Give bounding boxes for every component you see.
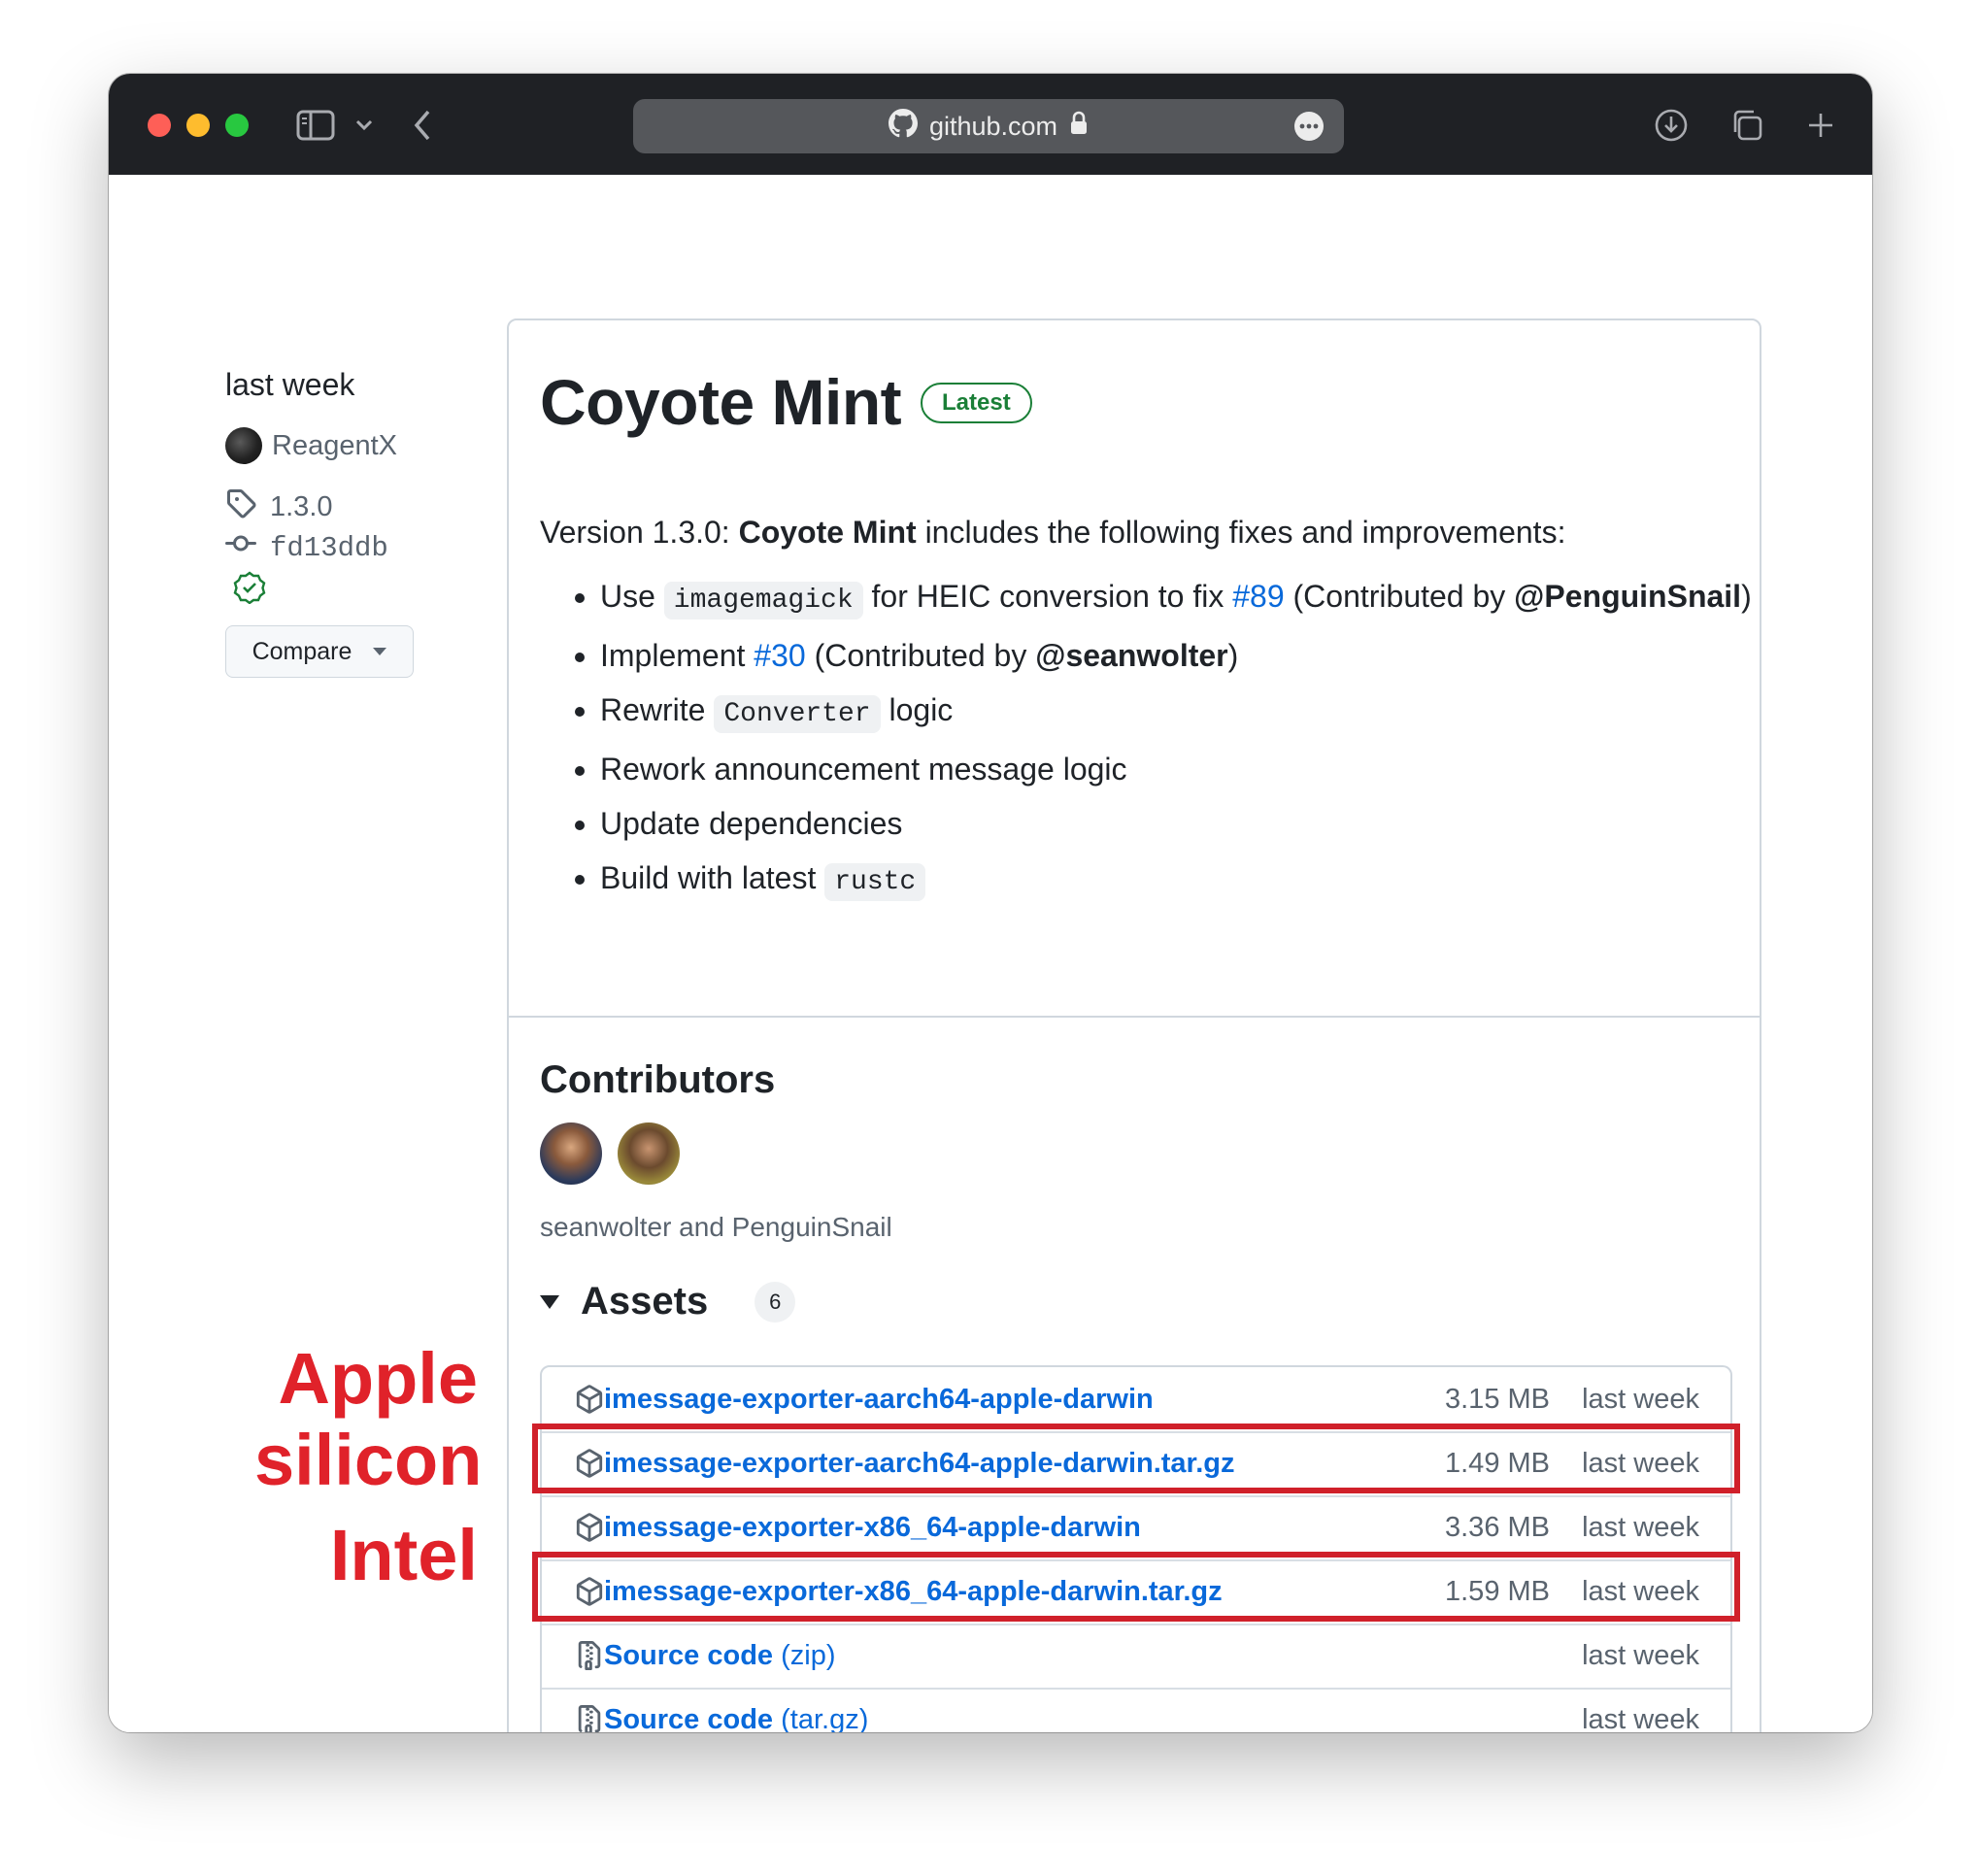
asset-row: Source code (zip) last week	[542, 1624, 1730, 1688]
avatar[interactable]	[225, 427, 262, 464]
annotation-apple-silicon: Apple silicon	[254, 1338, 483, 1501]
release-title[interactable]: Coyote Mint	[540, 365, 902, 439]
asset-row: imessage-exporter-x86_64-apple-darwin 3.…	[542, 1495, 1730, 1559]
disclosure-triangle-icon	[540, 1294, 559, 1309]
release-author[interactable]: ReagentX	[225, 427, 397, 464]
intro-suffix: includes the following fixes and improve…	[916, 515, 1566, 550]
release-commit[interactable]: fd13ddb	[225, 528, 388, 568]
browser-window: github.com last week ReagentX 1.3.0 fd13…	[109, 74, 1872, 1732]
intro-prefix: Version 1.3.0:	[540, 515, 739, 550]
asset-row: imessage-exporter-aarch64-apple-darwin 3…	[542, 1367, 1730, 1431]
asset-link[interactable]: Source code (tar.gz)	[604, 1704, 868, 1733]
asset-date: last week	[1582, 1639, 1699, 1671]
assets-count-badge: 6	[755, 1281, 796, 1323]
assets-toggle[interactable]: Assets 6	[540, 1280, 796, 1323]
release-intro: Version 1.3.0: Coyote Mint includes the …	[540, 515, 1565, 551]
contributor-avatar-seanwolter[interactable]	[540, 1122, 602, 1185]
issue-link[interactable]: #89	[1232, 579, 1284, 614]
package-icon	[575, 1513, 604, 1542]
close-window-button[interactable]	[148, 114, 171, 137]
inline-code: imagemagick	[663, 582, 863, 620]
contributors-heading: Contributors	[540, 1058, 776, 1101]
chevron-down-icon[interactable]	[342, 103, 386, 148]
commit-sha[interactable]: fd13ddb	[270, 532, 388, 564]
package-icon	[575, 1385, 604, 1414]
asset-row: Source code (tar.gz) last week	[542, 1688, 1730, 1732]
release-card: Coyote Mint Latest Version 1.3.0: Coyote…	[507, 318, 1761, 1732]
download-icon[interactable]	[1649, 103, 1694, 148]
asset-link[interactable]: Source code (zip)	[604, 1640, 836, 1672]
asset-date: last week	[1582, 1703, 1699, 1733]
sidebar-icon[interactable]	[293, 103, 338, 148]
tag-icon	[225, 487, 256, 526]
issue-link[interactable]: #30	[754, 638, 805, 673]
author-name[interactable]: ReagentX	[272, 430, 397, 462]
release-date: last week	[225, 367, 355, 402]
address-text: github.com	[928, 111, 1058, 141]
browser-toolbar: github.com	[109, 74, 1872, 175]
list-item: Rework announcement message logic	[600, 746, 1765, 792]
list-item: Build with latest rustc	[600, 854, 1765, 906]
commit-icon	[225, 528, 256, 568]
contributor-avatar-penguinsnail[interactable]	[618, 1122, 680, 1185]
asset-link[interactable]: imessage-exporter-x86_64-apple-darwin	[604, 1512, 1141, 1544]
list-item: Update dependencies	[600, 800, 1765, 847]
highlight-box-apple-silicon	[532, 1424, 1740, 1493]
annotation-intel: Intel	[329, 1515, 478, 1595]
back-icon[interactable]	[400, 103, 445, 148]
github-icon	[888, 108, 918, 145]
caret-down-icon	[373, 648, 387, 655]
assets-heading: Assets	[581, 1280, 709, 1323]
tabs-icon[interactable]	[1725, 103, 1769, 148]
list-item: Use imagemagick for HEIC conversion to f…	[600, 573, 1765, 624]
compare-label: Compare	[252, 637, 352, 665]
minimize-window-button[interactable]	[186, 114, 210, 137]
asset-date: last week	[1582, 1383, 1699, 1415]
asset-link[interactable]: imessage-exporter-aarch64-apple-darwin	[604, 1384, 1154, 1416]
latest-badge: Latest	[921, 383, 1032, 423]
annotation-apple-line2: silicon	[254, 1420, 483, 1500]
tag-label[interactable]: 1.3.0	[270, 491, 333, 523]
contributors-names: seanwolter and PenguinSnail	[540, 1212, 892, 1242]
highlight-box-intel	[532, 1552, 1740, 1622]
inline-code: rustc	[824, 863, 926, 901]
list-item: Implement #30 (Contributed by @seanwolte…	[600, 632, 1765, 679]
asset-size: 3.15 MB	[1445, 1383, 1550, 1415]
file-zip-icon	[575, 1641, 604, 1670]
release-tag[interactable]: 1.3.0	[225, 487, 333, 526]
plus-icon[interactable]	[1798, 103, 1843, 148]
assets-list: imessage-exporter-aarch64-apple-darwin 3…	[540, 1365, 1732, 1732]
user-mention[interactable]: @PenguinSnail	[1514, 579, 1741, 614]
divider	[509, 1016, 1760, 1018]
page-content: last week ReagentX 1.3.0 fd13ddb Compare…	[109, 175, 1872, 1732]
file-zip-icon	[575, 1705, 604, 1732]
release-notes-list: Use imagemagick for HEIC conversion to f…	[540, 573, 1765, 914]
asset-size: 3.36 MB	[1445, 1511, 1550, 1543]
lock-icon	[1069, 111, 1089, 143]
zoom-window-button[interactable]	[225, 114, 249, 137]
verified-icon[interactable]	[233, 571, 266, 609]
intro-bold: Coyote Mint	[738, 515, 917, 550]
address-bar[interactable]: github.com	[633, 99, 1344, 153]
compare-button[interactable]: Compare	[225, 625, 414, 678]
more-icon[interactable]	[1293, 111, 1325, 142]
inline-code: Converter	[714, 695, 881, 733]
asset-date: last week	[1582, 1511, 1699, 1543]
list-item: Rewrite Converter logic	[600, 687, 1765, 738]
annotation-apple-line1: Apple	[278, 1338, 478, 1419]
user-mention[interactable]: @seanwolter	[1035, 638, 1227, 673]
